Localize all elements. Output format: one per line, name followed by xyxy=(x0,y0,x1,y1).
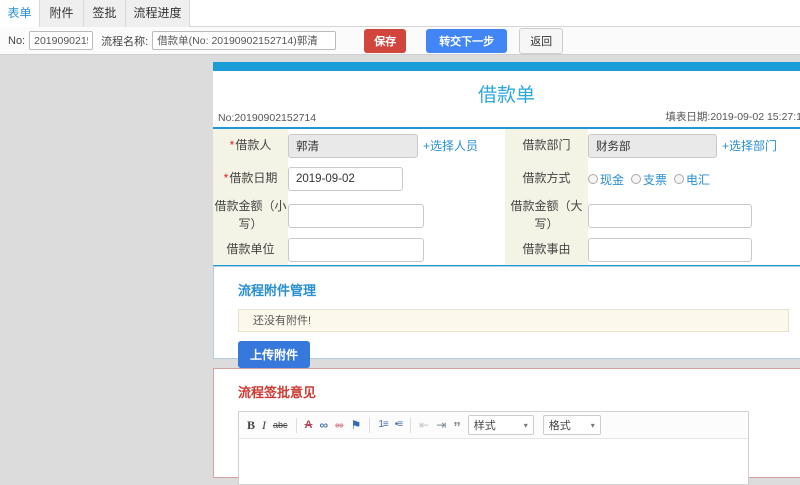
tab-progress[interactable]: 流程进度 xyxy=(126,0,190,27)
next-step-button[interactable]: 转交下一步 xyxy=(426,29,507,53)
outdent-icon[interactable]: ⇤ xyxy=(419,419,429,431)
form-row-4: 借款单位 借款事由 xyxy=(213,235,800,265)
anchor-flag-icon[interactable]: ⚑ xyxy=(351,419,362,431)
fill-date: 填表日期:2019-09-02 15:27:1 xyxy=(665,109,800,124)
chevron-down-icon: ▾ xyxy=(524,421,528,430)
chevron-down-icon: ▾ xyxy=(591,421,595,430)
radio-cash-label[interactable]: 现金 xyxy=(600,171,624,188)
content-area: 借款单 No:20190902152714 填表日期:2019-09-02 15… xyxy=(0,56,800,453)
editor-content[interactable] xyxy=(239,439,748,484)
loan-reason-label: 借款事由 xyxy=(505,235,588,265)
loan-date-input[interactable] xyxy=(288,167,403,191)
loan-method-label: 借款方式 xyxy=(505,162,588,196)
radio-cash[interactable] xyxy=(588,174,598,184)
radio-check-label[interactable]: 支票 xyxy=(643,171,667,188)
back-button[interactable]: 返回 xyxy=(519,28,563,54)
select-person-link[interactable]: +选择人员 xyxy=(423,137,478,154)
select-department-link[interactable]: +选择部门 xyxy=(722,137,777,154)
indent-icon[interactable]: ⇥ xyxy=(436,419,446,431)
loan-method-radios: 现金 支票 电汇 xyxy=(588,171,710,188)
attachments-heading: 流程附件管理 xyxy=(238,280,800,299)
blockquote-icon[interactable]: ” xyxy=(453,424,461,432)
form-meta-row: No:20190902152714 填表日期:2019-09-02 15:27:… xyxy=(213,109,800,127)
amount-lower-input[interactable] xyxy=(288,204,424,228)
department-label: 借款部门 xyxy=(505,129,588,162)
borrower-input[interactable] xyxy=(288,134,418,158)
comment-editor: B I abc A ∞ ∞ ⚑ 1≡ •≡ ⇤ ⇥ ” 样式 ▾ xyxy=(238,411,749,485)
amount-lower-label: 借款金额（小写） xyxy=(213,196,288,235)
borrower-label: *借款人 xyxy=(213,129,288,162)
link-icon[interactable]: ∞ xyxy=(319,419,328,431)
tab-attachments[interactable]: 附件 xyxy=(40,0,84,27)
editor-toolbar: B I abc A ∞ ∞ ⚑ 1≡ •≡ ⇤ ⇥ ” 样式 ▾ xyxy=(239,412,748,439)
no-input[interactable] xyxy=(29,31,93,50)
tab-approval[interactable]: 签批 xyxy=(84,0,126,27)
panel-top-bar xyxy=(213,62,800,71)
toolbar-separator xyxy=(410,418,411,433)
approval-panel: 流程签批意见 B I abc A ∞ ∞ ⚑ 1≡ •≡ ⇤ ⇥ ” 样式 xyxy=(213,368,800,478)
top-toolbar: No: 流程名称: 保存 转交下一步 返回 xyxy=(0,27,800,55)
attachments-panel: 流程附件管理 还没有附件! 上传附件 xyxy=(213,266,800,359)
remove-format-icon[interactable]: A xyxy=(305,420,313,431)
toolbar-separator xyxy=(296,418,297,433)
loan-reason-input[interactable] xyxy=(588,238,752,262)
upload-attachment-button[interactable]: 上传附件 xyxy=(238,341,310,368)
loan-form-panel: 借款单 No:20190902152714 填表日期:2019-09-02 15… xyxy=(213,62,800,271)
no-attachment-message: 还没有附件! xyxy=(238,309,789,332)
radio-check[interactable] xyxy=(631,174,641,184)
form-row-1: *借款人 +选择人员 借款部门 +选择部门 xyxy=(213,129,800,162)
process-name-input[interactable] xyxy=(152,31,336,50)
toolbar-separator xyxy=(369,418,370,433)
bulleted-list-icon[interactable]: •≡ xyxy=(395,420,402,430)
tab-bar: 表单 附件 签批 流程进度 xyxy=(0,0,800,27)
numbered-list-icon[interactable]: 1≡ xyxy=(378,420,387,430)
italic-icon[interactable]: I xyxy=(262,419,266,431)
process-name-label: 流程名称: xyxy=(101,33,148,49)
bold-icon[interactable]: B xyxy=(247,419,255,431)
form-row-2: *借款日期 借款方式 现金 支票 电汇 xyxy=(213,162,800,196)
amount-upper-label: 借款金额（大写） xyxy=(505,196,588,235)
styles-dropdown[interactable]: 样式 ▾ xyxy=(468,415,534,435)
radio-wire[interactable] xyxy=(674,174,684,184)
loan-date-label: *借款日期 xyxy=(213,162,288,196)
tab-form[interactable]: 表单 xyxy=(0,0,40,27)
loan-unit-label: 借款单位 xyxy=(213,235,288,265)
no-label: No: xyxy=(8,35,25,47)
format-dropdown[interactable]: 格式 ▾ xyxy=(543,415,601,435)
radio-wire-label[interactable]: 电汇 xyxy=(686,171,710,188)
strikethrough-icon[interactable]: abc xyxy=(273,421,288,430)
approval-heading: 流程签批意见 xyxy=(238,382,800,401)
form-row-3: 借款金额（小写） 借款金额（大写） xyxy=(213,196,800,235)
page-title: 借款单 xyxy=(213,71,800,109)
department-input[interactable] xyxy=(588,134,717,158)
required-mark: * xyxy=(224,171,229,185)
required-mark: * xyxy=(230,138,235,152)
save-button[interactable]: 保存 xyxy=(364,29,406,53)
loan-unit-input[interactable] xyxy=(288,238,424,262)
amount-upper-input[interactable] xyxy=(588,204,752,228)
unlink-icon[interactable]: ∞ xyxy=(335,419,344,431)
doc-number: No:20190902152714 xyxy=(218,112,316,124)
